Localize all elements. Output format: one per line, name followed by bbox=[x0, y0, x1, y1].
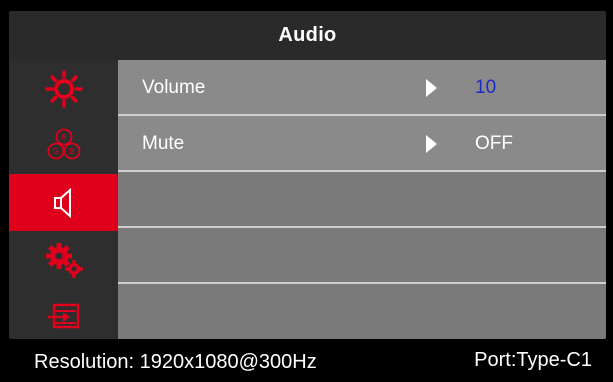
menu-title: Audio bbox=[278, 24, 337, 46]
menu-row-empty bbox=[118, 284, 606, 339]
speaker-icon bbox=[49, 186, 79, 220]
volume-label: Volume bbox=[142, 77, 206, 98]
sidebar-item-settings[interactable] bbox=[9, 231, 118, 288]
volume-value: 10 bbox=[475, 77, 497, 98]
sidebar-item-audio[interactable] bbox=[9, 174, 118, 231]
sidebar-item-input[interactable] bbox=[9, 288, 118, 339]
osd-menu: Audio R G B Volume 10 Mute OFF Resolutio… bbox=[0, 0, 613, 382]
menu-row-volume[interactable]: Volume 10 bbox=[118, 60, 606, 116]
sidebar-item-brightness[interactable] bbox=[9, 60, 118, 117]
settings-gears-icon bbox=[43, 240, 85, 280]
osd-frame: Audio R G B Volume 10 Mute OFF bbox=[9, 11, 606, 339]
mute-value: OFF bbox=[475, 133, 513, 154]
menu-row-mute[interactable]: Mute OFF bbox=[118, 116, 606, 172]
right-arrow-icon bbox=[426, 135, 437, 153]
svg-text:B: B bbox=[69, 147, 74, 156]
menu-content: Volume 10 Mute OFF bbox=[118, 60, 606, 339]
color-rgb-icon: R G B bbox=[44, 125, 84, 167]
menu-row-empty bbox=[118, 172, 606, 228]
sidebar-item-color[interactable]: R G B bbox=[9, 117, 118, 174]
port-text: Port:Type-C1 bbox=[474, 349, 592, 371]
status-bar: Resolution: 1920x1080@300Hz Port:Type-C1 bbox=[0, 339, 613, 382]
resolution-text: Resolution: 1920x1080@300Hz bbox=[34, 351, 317, 373]
svg-text:R: R bbox=[61, 133, 67, 142]
brightness-icon bbox=[44, 69, 84, 109]
sidebar: R G B bbox=[9, 60, 118, 339]
right-arrow-icon bbox=[426, 79, 437, 97]
menu-row-empty bbox=[118, 228, 606, 284]
title-bar: Audio bbox=[9, 11, 606, 60]
svg-text:G: G bbox=[52, 147, 58, 156]
mute-label: Mute bbox=[142, 133, 185, 154]
input-source-icon bbox=[45, 302, 83, 332]
